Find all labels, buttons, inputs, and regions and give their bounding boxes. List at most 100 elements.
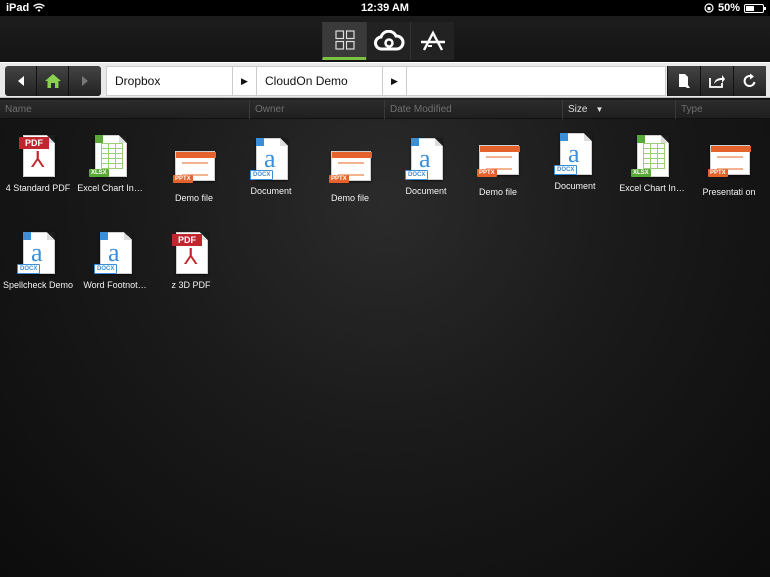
status-time: 12:39 AM (361, 2, 409, 14)
file-type-tag: DOCX (405, 170, 429, 180)
docx-file-icon: a DOCX (405, 136, 447, 182)
status-left: iPad (6, 2, 46, 14)
grid-view-button[interactable] (322, 22, 366, 60)
file-item[interactable]: a DOCX Document (537, 131, 613, 192)
rotation-lock-icon (704, 3, 714, 13)
file-name: Document (250, 186, 292, 196)
grid-icon (334, 29, 355, 50)
file-item[interactable]: PDF ⅄ 4 Standard PDF (0, 133, 76, 194)
refresh-button[interactable] (733, 66, 766, 96)
forward-button[interactable] (69, 66, 101, 96)
docx-file-icon: a DOCX (17, 230, 59, 276)
file-name: Excel Chart In… (619, 183, 685, 193)
column-label: Type (681, 104, 703, 115)
column-label: Date Modified (390, 104, 452, 115)
file-name: Excel Chart In… (77, 183, 143, 193)
column-size[interactable]: Size ▼ (562, 100, 675, 119)
breadcrumb-label: CloudOn Demo (265, 74, 348, 88)
new-document-button[interactable] (667, 66, 700, 96)
pptx-file-icon: PPTX (329, 143, 372, 189)
file-type-tag: XLSX (631, 169, 651, 177)
file-type-tag: DOCX (17, 264, 41, 274)
file-name: Demo file (330, 193, 369, 203)
cloud-icon (373, 30, 404, 51)
app-store-icon (420, 30, 445, 51)
column-type[interactable]: Type (675, 100, 770, 119)
device-name: iPad (6, 2, 30, 14)
column-owner[interactable]: Owner (249, 100, 384, 119)
file-item[interactable]: PDF ⅄ z 3D PDF (153, 230, 229, 291)
docx-file-icon: a DOCX (554, 131, 596, 177)
nav-group (5, 66, 101, 96)
breadcrumb-item-dropbox[interactable]: Dropbox (107, 67, 233, 95)
file-name: Demo file (478, 187, 517, 197)
breadcrumb-arrow-icon[interactable]: ▶ (383, 67, 407, 95)
home-button[interactable] (37, 66, 69, 96)
action-group (667, 66, 766, 96)
refresh-icon (743, 73, 756, 87)
file-item[interactable]: a DOCX Document (233, 136, 309, 197)
column-date-modified[interactable]: Date Modified (384, 100, 562, 119)
pptx-file-icon: PPTX (477, 137, 520, 183)
file-type-tag: PPTX (173, 175, 193, 183)
file-name: Spellcheck Demo (2, 280, 74, 290)
file-name: Demo file (174, 193, 213, 203)
file-type-tag: XLSX (89, 169, 109, 177)
file-type-tag: DOCX (554, 165, 578, 175)
column-label: Size (568, 104, 588, 115)
status-bar: iPad 12:39 AM 50% (0, 0, 770, 16)
share-button[interactable] (700, 66, 733, 96)
column-label: Owner (255, 104, 285, 115)
battery-percent: 50% (717, 2, 740, 14)
file-type-tag: PPTX (329, 175, 349, 183)
file-name: Document (405, 186, 447, 196)
forward-arrow-icon (82, 76, 88, 86)
file-item[interactable]: a DOCX Spellcheck Demo (0, 230, 76, 291)
breadcrumb-empty (407, 67, 665, 95)
file-name: 4 Standard PDF (5, 183, 71, 193)
xlsx-file-icon: XLSX (631, 133, 673, 179)
xlsx-file-icon: XLSX (89, 133, 131, 179)
file-item[interactable]: PPTX Demo file (460, 137, 536, 198)
wifi-icon (33, 3, 46, 12)
file-name: z 3D PDF (171, 280, 211, 290)
column-name[interactable]: Name (0, 100, 249, 119)
app-store-view-button[interactable] (410, 22, 454, 60)
file-item[interactable]: PPTX Presentati on (691, 137, 767, 198)
docx-file-icon: a DOCX (250, 136, 292, 182)
home-icon (44, 74, 61, 88)
pdf-file-icon: PDF ⅄ (170, 230, 212, 276)
file-name: Presentati on (702, 187, 756, 197)
battery-icon (744, 3, 766, 13)
breadcrumb: Dropbox ▶ CloudOn Demo ▶ (106, 66, 666, 96)
top-bar (0, 16, 770, 62)
pdf-file-icon: PDF ⅄ (17, 133, 59, 179)
share-icon (709, 75, 725, 88)
file-item[interactable]: a DOCX Document (388, 136, 464, 197)
breadcrumb-arrow-icon[interactable]: ▶ (233, 67, 257, 95)
column-headers: Name Owner Date Modified Size ▼ Type (0, 100, 770, 119)
new-document-icon (679, 74, 690, 88)
file-item[interactable]: PPTX Demo file (312, 143, 388, 204)
pptx-file-icon: PPTX (173, 143, 216, 189)
breadcrumb-item-cloudon-demo[interactable]: CloudOn Demo (257, 67, 383, 95)
file-item[interactable]: XLSX Excel Chart In… (72, 133, 148, 194)
back-button[interactable] (5, 66, 37, 96)
breadcrumb-label: Dropbox (115, 74, 161, 88)
sort-descending-icon: ▼ (595, 105, 604, 114)
file-type-tag: DOCX (94, 264, 118, 274)
file-name: Word Footnot… (83, 280, 147, 290)
pptx-file-icon: PPTX (708, 137, 751, 183)
file-name: Document (554, 181, 596, 191)
file-item[interactable]: a DOCX Word Footnot… (77, 230, 153, 291)
back-arrow-icon (17, 76, 24, 86)
toolbar: Dropbox ▶ CloudOn Demo ▶ (0, 62, 770, 98)
file-item[interactable]: PPTX Demo file (156, 143, 232, 204)
column-label: Name (5, 104, 32, 115)
file-item[interactable]: XLSX Excel Chart In… (614, 133, 690, 194)
status-right: 50% (704, 2, 766, 14)
cloud-view-button[interactable] (366, 22, 410, 60)
file-type-tag: PPTX (708, 169, 728, 177)
file-type-tag: DOCX (250, 170, 274, 180)
view-switcher (322, 22, 454, 60)
